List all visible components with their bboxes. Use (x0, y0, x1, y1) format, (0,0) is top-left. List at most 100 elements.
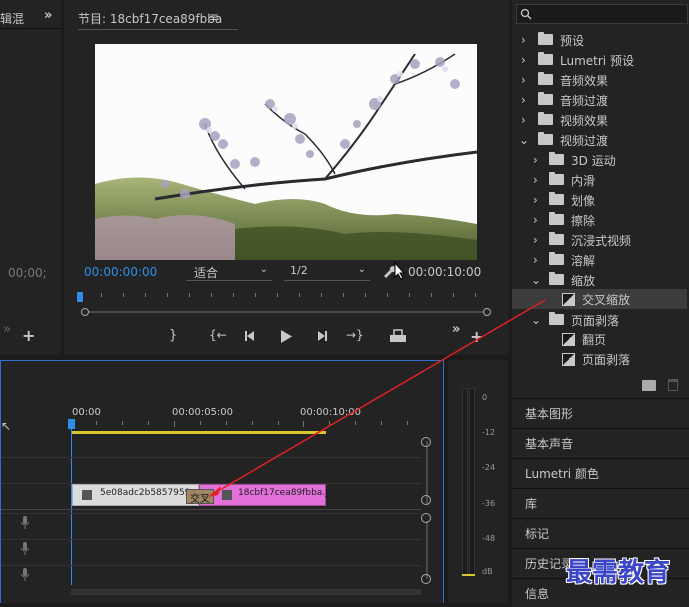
folder-icon (538, 132, 553, 145)
effects-item-label: 音频过渡 (560, 94, 609, 108)
panel-markers[interactable]: 标记 (512, 518, 689, 547)
chevron-down-icon: ⌄ (519, 133, 530, 147)
folder-icon (549, 192, 564, 205)
effects-item-3d-motion[interactable]: › 3D 运动 (512, 150, 687, 170)
chevron-right-icon: › (521, 93, 526, 107)
ruler-label: 00:00 (72, 407, 101, 418)
transition-icon (562, 333, 575, 346)
folder-icon (549, 172, 564, 185)
wrench-small-icon[interactable]: ↖ (1, 419, 11, 433)
folder-icon (538, 72, 553, 85)
effects-item-label: 内滑 (571, 174, 596, 188)
effects-item-zoom[interactable]: ⌄ 缩放 (512, 270, 687, 290)
video-frame (95, 44, 477, 260)
effects-item-slide[interactable]: › 内滑 (512, 170, 687, 190)
step-back-button[interactable] (244, 330, 256, 342)
clip-video-1[interactable]: 5e08adc2b5857959 (72, 484, 199, 506)
effects-item-page-peel[interactable]: 页面剥落 (512, 349, 687, 369)
meter-bar-left (462, 388, 468, 576)
effects-item-label: 视频过渡 (560, 134, 609, 148)
folder-icon (549, 212, 564, 225)
effects-item-cross-zoom[interactable]: 交叉缩放 (512, 289, 687, 309)
chevron-right-icon: › (533, 253, 538, 267)
panel-essential-graphics[interactable]: 基本图形 (512, 398, 689, 427)
export-frame-button[interactable] (389, 329, 407, 343)
ruler-label: 00:00:10:00 (300, 407, 362, 418)
folder-star-icon (538, 32, 553, 45)
monitor-menu-icon[interactable]: ≡ (209, 10, 219, 24)
left-panel-title: 辑混 (0, 12, 25, 26)
timeline-vscroll[interactable] (421, 437, 433, 587)
mark-out-button[interactable]: } (169, 328, 177, 343)
transition-label: 交叉 (190, 494, 210, 505)
effects-item-page-peel-folder[interactable]: ⌄ 页面剥落 (512, 310, 687, 330)
playhead-handle[interactable] (68, 419, 75, 429)
effects-item-video-effects[interactable]: › 视频效果 (512, 110, 687, 130)
program-title: 节目: 18cbf17cea89fbba (78, 12, 223, 26)
folder-icon (549, 312, 564, 325)
microphone-icon[interactable] (20, 568, 30, 582)
folder-icon (549, 272, 564, 285)
playhead-marker[interactable] (77, 292, 83, 302)
microphone-icon[interactable] (20, 542, 30, 556)
timeline-panel: ↖ 00:00 00:00:05:00 00:00:10:00 5e08adc2… (0, 360, 444, 603)
delete-icon[interactable] (668, 379, 678, 391)
effects-item-audio-transitions[interactable]: › 音频过渡 (512, 90, 687, 110)
go-to-in-button[interactable]: {← (209, 328, 227, 342)
fit-dropdown[interactable]: 适合 ⌄ (186, 263, 272, 281)
clip-video-2[interactable]: 18cbf17cea89fbba.jp (199, 484, 333, 506)
effects-item-label: 3D 运动 (571, 154, 616, 168)
effects-item-dissolve[interactable]: › 溶解 (512, 250, 687, 270)
step-forward-button[interactable] (316, 330, 328, 342)
fx-badge-icon (222, 490, 232, 500)
effects-item-presets[interactable]: › 预设 (512, 30, 687, 50)
chevron-right-icon: › (533, 173, 538, 187)
add-button-icon[interactable]: + (470, 327, 483, 346)
current-timecode[interactable]: 00:00:00:00 (84, 265, 157, 279)
chevron-right-icon: › (533, 153, 538, 167)
folder-icon (538, 112, 553, 125)
side-panel-label: 基本图形 (525, 407, 574, 421)
add-icon[interactable]: + (22, 326, 35, 345)
panel-essential-sound[interactable]: 基本声音 (512, 428, 689, 457)
transition-block[interactable]: 交叉 (186, 489, 214, 505)
play-button[interactable] (280, 330, 292, 343)
microphone-icon[interactable] (20, 516, 30, 530)
timeline-ruler[interactable] (71, 421, 421, 431)
scrubber-ruler[interactable] (79, 293, 489, 303)
effects-item-immersive-video[interactable]: › 沉浸式视频 (512, 230, 687, 250)
folder-star-icon (538, 52, 553, 65)
left-timecode: 00;00; (8, 266, 47, 280)
watermark-logo: 最需教育 (566, 558, 671, 588)
side-panel-label: 标记 (525, 527, 550, 541)
effects-item-wipe[interactable]: › 擦除 (512, 210, 687, 230)
transition-icon (562, 293, 575, 306)
zoom-scrollbar[interactable] (81, 308, 491, 316)
mouse-cursor-icon (394, 261, 406, 280)
meter-bar-right (469, 388, 475, 576)
folder-icon (538, 92, 553, 105)
work-area-bar[interactable] (71, 431, 326, 434)
more-controls-icon[interactable]: » (452, 322, 460, 337)
effects-item-lumetri-presets[interactable]: › Lumetri 预设 (512, 50, 687, 70)
effects-item-audio-effects[interactable]: › 音频效果 (512, 70, 687, 90)
side-panel-label: 信息 (525, 587, 550, 601)
expand-icon[interactable]: » (3, 322, 11, 337)
effects-item-page-turn[interactable]: 翻页 (512, 329, 687, 349)
meter-label: -36 (482, 499, 496, 508)
panel-libraries[interactable]: 库 (512, 488, 689, 517)
resolution-dropdown[interactable]: 1/2 ⌄ (284, 263, 370, 281)
effects-item-iris[interactable]: › 划像 (512, 190, 687, 210)
effects-item-label: 音频效果 (560, 74, 609, 88)
clip-name: 18cbf17cea89fbba.jp (238, 488, 334, 498)
search-field[interactable] (516, 4, 688, 24)
fit-dropdown-label: 适合 (194, 266, 219, 280)
go-to-out-button[interactable]: →} (346, 328, 364, 342)
timeline-hscroll[interactable] (71, 589, 421, 595)
folder-icon (549, 252, 564, 265)
panel-menu-icon[interactable]: » (44, 8, 52, 23)
effects-item-label: Lumetri 预设 (560, 54, 634, 68)
panel-lumetri-color[interactable]: Lumetri 颜色 (512, 458, 689, 487)
new-bin-icon[interactable] (642, 380, 656, 391)
effects-item-video-transitions[interactable]: ⌄ 视频过渡 (512, 130, 687, 150)
